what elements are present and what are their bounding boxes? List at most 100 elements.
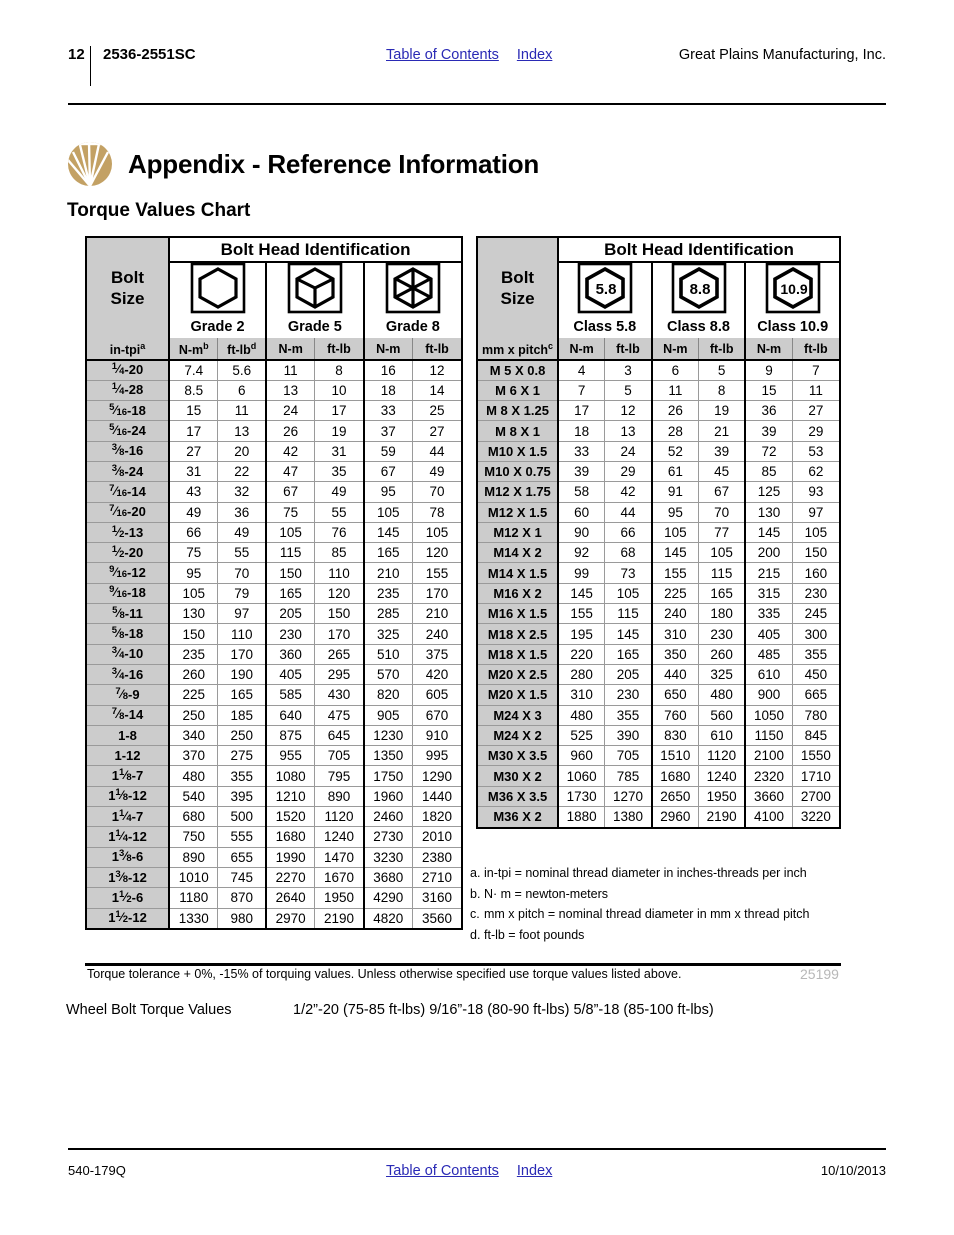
grade-2-label: Grade 2 (190, 319, 245, 335)
torque-value-cell: 2380 (411, 847, 462, 868)
inch-bolt-size-cell: 1-8 (87, 725, 171, 747)
torque-value-cell: 230 (604, 684, 652, 706)
torque-value-cell: 1670 (314, 867, 364, 889)
torque-value-cell: 36 (744, 400, 793, 422)
footer-index-link[interactable]: Index (517, 1163, 552, 1179)
torque-value-cell: 705 (604, 745, 652, 767)
torque-value-cell: 72 (744, 441, 793, 462)
torque-value-cell: 230 (698, 623, 746, 645)
torque-value-cell: 2700 (791, 786, 839, 808)
torque-value-cell: 31 (169, 461, 218, 483)
torque-value-cell: 240 (650, 603, 699, 625)
torque-value-cell: 150 (791, 542, 839, 564)
unit-c109-nm: N-m (744, 338, 793, 361)
table-row: M20 X 2.5 280 205 440 325 610 450 (478, 664, 839, 686)
torque-value-cell: 1880 (557, 806, 605, 827)
unit-g8-ftlb: ft-lb (411, 338, 462, 361)
torque-value-cell: 1680 (650, 765, 699, 787)
torque-value-cell: 75 (265, 502, 315, 523)
metric-size-unit-label: mm x pitchc (478, 338, 559, 361)
torque-value-cell: 105 (698, 542, 746, 564)
torque-value-cell: 655 (217, 847, 267, 868)
footnote-c-key: c. (470, 907, 480, 921)
header-index-link[interactable]: Index (517, 46, 552, 64)
footnote-a-key: a. (470, 866, 481, 880)
torque-value-cell: 13 (604, 420, 652, 442)
torque-value-cell: 26 (265, 420, 315, 442)
torque-value-cell: 60 (557, 502, 605, 523)
table-row: 3⁄4-16 260 190 405 295 570 420 (87, 664, 462, 686)
hex-bolt-head-6-radial-lines-icon (385, 262, 441, 318)
metric-bolt-size-cell: M18 X 1.5 (478, 644, 559, 665)
metric-bolt-size-cell: M20 X 1.5 (478, 684, 559, 706)
torque-value-cell: 73 (604, 562, 652, 584)
torque-value-cell: 95 (650, 502, 699, 523)
torque-value-cell: 910 (411, 725, 462, 747)
torque-value-cell: 870 (217, 887, 267, 909)
torque-value-cell: 66 (604, 522, 652, 544)
footer-doc-code: 540-179Q (68, 1163, 126, 1178)
torque-value-cell: 11 (650, 380, 699, 402)
torque-value-cell: 85 (744, 461, 793, 483)
header-divider (90, 46, 91, 86)
torque-value-cell: 1520 (265, 806, 315, 828)
torque-value-cell: 155 (650, 562, 699, 584)
inch-bolt-size-cell: 9⁄16-12 (87, 562, 171, 584)
torque-value-cell: 315 (744, 583, 793, 605)
torque-value-cell: 15 (744, 380, 793, 402)
torque-value-cell: 210 (411, 603, 462, 625)
metric-bolt-size-cell: M 6 X 1 (478, 380, 559, 402)
torque-value-cell: 20 (217, 441, 267, 462)
torque-value-cell: 33 (362, 400, 413, 422)
torque-value-cell: 1230 (362, 725, 413, 747)
header-rule (68, 103, 886, 105)
torque-value-cell: 260 (698, 644, 746, 665)
metric-bolt-size-cell: M24 X 2 (478, 725, 559, 747)
header-table-of-contents-link[interactable]: Table of Contents (386, 46, 499, 64)
torque-value-cell: 25 (411, 400, 462, 422)
torque-value-cell: 165 (604, 644, 652, 665)
torque-value-cell: 980 (217, 908, 267, 929)
torque-value-cell: 1960 (362, 786, 413, 808)
inch-table-body: 1⁄4-20 7.4 5.6 11 8 16 12 1⁄4-28 8.5 6 13 10 18 14 5⁄1… (87, 360, 462, 929)
svg-text:8.8: 8.8 (689, 281, 710, 298)
header-links: Table of Contents Index (386, 46, 552, 64)
torque-value-cell: 485 (744, 644, 793, 665)
torque-value-cell: 760 (650, 705, 699, 726)
torque-value-cell: 11 (265, 360, 315, 381)
torque-value-cell: 68 (604, 542, 652, 564)
torque-value-cell: 36 (217, 502, 267, 523)
inch-torque-table: Bolt Size Bolt Head Identification Grade… (87, 238, 462, 929)
inch-bolt-size-cell: 11⁄8-12 (87, 786, 171, 808)
torque-value-cell: 480 (169, 765, 218, 787)
torque-value-cell: 3220 (791, 806, 839, 827)
torque-value-cell: 355 (791, 644, 839, 665)
torque-value-cell: 3160 (411, 887, 462, 909)
torque-value-cell: 900 (744, 684, 793, 706)
torque-value-cell: 1950 (698, 786, 746, 808)
torque-value-cell: 5 (698, 360, 746, 381)
table-row: 11⁄8-12 540 395 1210 890 1960 1440 (87, 786, 462, 808)
metric-bolt-size-cell: M36 X 3.5 (478, 786, 559, 808)
torque-value-cell: 160 (791, 562, 839, 584)
torque-value-cell: 67 (265, 481, 315, 503)
torque-value-cell: 49 (411, 461, 462, 483)
torque-value-cell: 70 (217, 562, 267, 584)
inch-bolt-size-cell: 11⁄2-6 (87, 887, 171, 909)
torque-value-cell: 14 (411, 380, 462, 402)
inch-bolt-size-cell: 7⁄16-20 (87, 502, 171, 523)
inch-bolt-size-cell: 1⁄4-20 (87, 360, 171, 381)
torque-value-cell: 1120 (314, 806, 364, 828)
footer-table-of-contents-link[interactable]: Table of Contents (386, 1163, 499, 1179)
torque-value-cell: 27 (169, 441, 218, 462)
torque-value-cell: 610 (744, 664, 793, 686)
torque-value-cell: 29 (791, 420, 839, 442)
torque-value-cell: 165 (217, 684, 267, 706)
inch-size-unit-note: a (140, 340, 146, 351)
torque-value-cell: 340 (169, 725, 218, 747)
torque-value-cell: 960 (557, 745, 605, 767)
torque-value-cell: 70 (698, 502, 746, 523)
torque-value-cell: 3680 (362, 867, 413, 889)
torque-value-cell: 245 (791, 603, 839, 625)
torque-value-cell: 190 (217, 664, 267, 686)
